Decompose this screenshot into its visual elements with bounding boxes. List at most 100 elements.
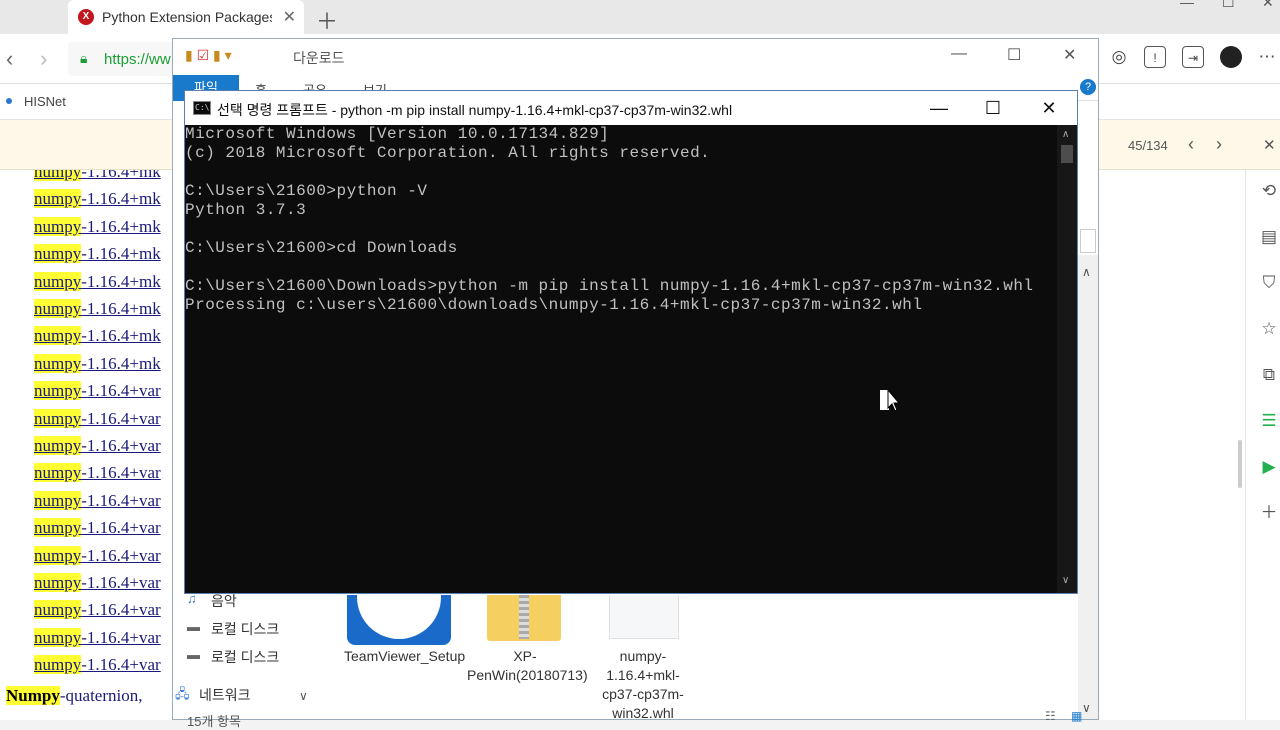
nav-item-network[interactable]: 네트워크 bbox=[199, 685, 251, 705]
back-arrow-icon[interactable]: ‹ bbox=[6, 46, 13, 72]
console-line: Processing c:\users\21600\downloads\nump… bbox=[185, 296, 923, 314]
browser-tab-bar: X Python Extension Packages ✕ ＋ — ☐ ✕ bbox=[0, 0, 1280, 34]
file-numpy-whl[interactable]: numpy-1.16.4+mkl-cp37-cp37m-win32.whl bbox=[593, 647, 693, 723]
package-link[interactable]: numpy-1.16.4+var bbox=[34, 436, 161, 456]
bookmark-hisnet[interactable]: HISNet bbox=[24, 94, 66, 109]
command-prompt-window: C:\ 선택 명령 프롬프트 - python -m pip install n… bbox=[184, 90, 1078, 594]
find-previous-icon[interactable]: ‹ bbox=[1188, 134, 1194, 155]
zip-folder-icon[interactable] bbox=[487, 595, 561, 641]
console-line: C:\Users\21600>cd Downloads bbox=[185, 239, 458, 257]
package-link[interactable]: numpy-1.16.4+mk bbox=[34, 216, 161, 237]
console-line: C:\Users\21600>python -V bbox=[185, 182, 428, 200]
package-link[interactable]: numpy-1.16.4+mk bbox=[34, 271, 161, 292]
nav-item-local-disk-1[interactable]: 로컬 디스크 bbox=[211, 619, 279, 639]
package-link[interactable]: numpy-1.16.4+var bbox=[34, 545, 161, 566]
search-highlight: numpy bbox=[34, 573, 82, 592]
package-link[interactable]: numpy-1.16.4+mk bbox=[34, 299, 161, 319]
cmd-maximize-icon[interactable]: ☐ bbox=[973, 95, 1013, 121]
profile-avatar[interactable] bbox=[1220, 46, 1242, 68]
browser-tab-active[interactable]: X Python Extension Packages ✕ bbox=[68, 0, 304, 34]
package-link[interactable]: numpy-1.16.4+var bbox=[34, 408, 161, 429]
package-link-rest: -1.16.4+mk bbox=[81, 299, 161, 318]
search-highlight: numpy bbox=[34, 436, 82, 455]
teamviewer-file-icon[interactable] bbox=[347, 595, 451, 645]
search-highlight: numpy bbox=[34, 244, 82, 264]
scroll-down-icon[interactable]: ∨ bbox=[1082, 701, 1091, 715]
page-scrollbar-thumb[interactable] bbox=[1238, 440, 1242, 488]
console-output[interactable]: Microsoft Windows [Version 10.0.17134.82… bbox=[185, 125, 1057, 593]
reader-icon[interactable]: ! bbox=[1144, 46, 1166, 68]
explorer-title: 다운로드 bbox=[293, 50, 345, 66]
search-highlight: numpy bbox=[34, 600, 82, 620]
search-highlight: numpy bbox=[34, 627, 82, 647]
search-highlight: numpy bbox=[34, 353, 82, 373]
explorer-maximize-icon[interactable]: ☐ bbox=[1007, 45, 1021, 65]
new-tab-plus-icon[interactable]: ＋ bbox=[316, 4, 338, 36]
package-link[interactable]: numpy-1.16.4+var bbox=[34, 600, 161, 620]
package-link[interactable]: numpy-1.16.4+var bbox=[34, 490, 161, 511]
shield-icon[interactable]: ⛉ bbox=[1258, 272, 1280, 294]
sidebar-toggle-icon[interactable]: ⇥ bbox=[1182, 46, 1204, 68]
browser-minimize-icon[interactable]: — bbox=[1180, 0, 1194, 10]
package-link-rest: -1.16.4+mk bbox=[81, 326, 161, 346]
list-icon[interactable]: ☰ bbox=[1258, 410, 1280, 432]
cmd-minimize-icon[interactable]: — bbox=[919, 95, 959, 121]
explorer-close-icon[interactable]: ✕ bbox=[1063, 45, 1076, 65]
find-close-icon[interactable]: ✕ bbox=[1263, 136, 1276, 154]
forward-arrow-icon[interactable]: › bbox=[40, 46, 47, 72]
package-link[interactable]: numpy-1.16.4+mk bbox=[34, 353, 161, 374]
whl-file-icon[interactable] bbox=[609, 595, 679, 639]
cmd-scrollbar[interactable]: ∧ ∨ bbox=[1057, 125, 1077, 593]
package-link[interactable]: numpy-1.16.4+var bbox=[34, 463, 161, 483]
large-icons-view-icon[interactable]: ▦ bbox=[1071, 709, 1082, 723]
package-link[interactable]: numpy-1.16.4+var bbox=[34, 655, 161, 675]
browser-sidebar: ⟲ ▤ ⛉ ☆ ⧉ ☰ ▶ ＋ bbox=[1238, 170, 1280, 720]
disk-icon: ▬ bbox=[187, 647, 200, 662]
nav-item-local-disk-2[interactable]: 로컬 디스크 bbox=[211, 647, 279, 667]
search-highlight: numpy bbox=[34, 408, 82, 428]
package-link-rest: -1.16.4+var bbox=[81, 545, 161, 565]
camera-capture-icon[interactable]: ◎ bbox=[1108, 46, 1130, 68]
more-menu-icon[interactable]: ⋯ bbox=[1256, 46, 1278, 68]
search-highlight: numpy bbox=[34, 326, 82, 346]
explorer-minimize-icon[interactable]: — bbox=[951, 45, 967, 63]
package-link[interactable]: numpy-1.16.4+mk bbox=[34, 189, 161, 209]
cmd-scroll-thumb[interactable] bbox=[1061, 145, 1073, 163]
browser-maximize-icon[interactable]: ☐ bbox=[1222, 0, 1235, 11]
explorer-scrollbar[interactable]: ∧ ∨ bbox=[1078, 255, 1098, 719]
find-next-icon[interactable]: › bbox=[1216, 134, 1222, 155]
scroll-up-icon[interactable]: ∧ bbox=[1082, 265, 1091, 279]
browser-close-icon[interactable]: ✕ bbox=[1262, 0, 1274, 11]
console-line: Python 3.7.3 bbox=[185, 201, 307, 219]
nav-item-music[interactable]: 음악 bbox=[211, 591, 237, 611]
search-box-edge[interactable] bbox=[1080, 229, 1096, 253]
history-icon[interactable]: ⟲ bbox=[1258, 180, 1280, 202]
package-link[interactable]: numpy-1.16.4+var bbox=[34, 627, 161, 648]
nav-scroll-down-icon[interactable]: ∨ bbox=[299, 689, 308, 703]
package-link[interactable]: numpy-1.16.4+mk bbox=[34, 244, 161, 264]
wallet-icon[interactable]: ▤ bbox=[1258, 226, 1280, 248]
package-link[interactable]: numpy-1.16.4+var bbox=[34, 381, 161, 401]
play-icon[interactable]: ▶ bbox=[1258, 456, 1280, 478]
collections-icon[interactable]: ⧉ bbox=[1258, 364, 1280, 386]
file-teamviewer-setup[interactable]: TeamViewer_Setup bbox=[344, 647, 465, 666]
site-favicon-icon: X bbox=[78, 9, 94, 25]
package-link[interactable]: numpy-1.16.4+var bbox=[34, 518, 161, 538]
cmd-app-icon: C:\ bbox=[193, 101, 211, 115]
add-icon[interactable]: ＋ bbox=[1258, 502, 1280, 524]
section-heading-rest[interactable]: -quaternion, bbox=[60, 686, 143, 705]
help-icon[interactable]: ? bbox=[1080, 79, 1096, 95]
lock-icon: 🔒︎ bbox=[80, 50, 88, 66]
package-link[interactable]: numpy-1.16.4+var bbox=[34, 573, 161, 593]
file-xp-penwin[interactable]: XP-PenWin(20180713) bbox=[467, 647, 588, 685]
address-bar[interactable]: 🔒︎ https://ww bbox=[68, 42, 178, 76]
cmd-scroll-down-icon[interactable]: ∨ bbox=[1062, 575, 1069, 586]
tab-close-icon[interactable]: ✕ bbox=[283, 7, 296, 27]
quick-access-toolbar[interactable]: ▮ ☑ ▮ ▾ bbox=[185, 47, 232, 64]
details-view-icon[interactable]: ☷ bbox=[1045, 709, 1056, 723]
star-icon[interactable]: ☆ bbox=[1258, 318, 1280, 340]
cmd-scroll-up-icon[interactable]: ∧ bbox=[1062, 129, 1069, 140]
package-link[interactable]: numpy-1.16.4+mk bbox=[34, 326, 161, 346]
package-link[interactable]: numpy-1.16.4+mk bbox=[34, 170, 161, 182]
cmd-close-icon[interactable]: ✕ bbox=[1029, 95, 1069, 121]
